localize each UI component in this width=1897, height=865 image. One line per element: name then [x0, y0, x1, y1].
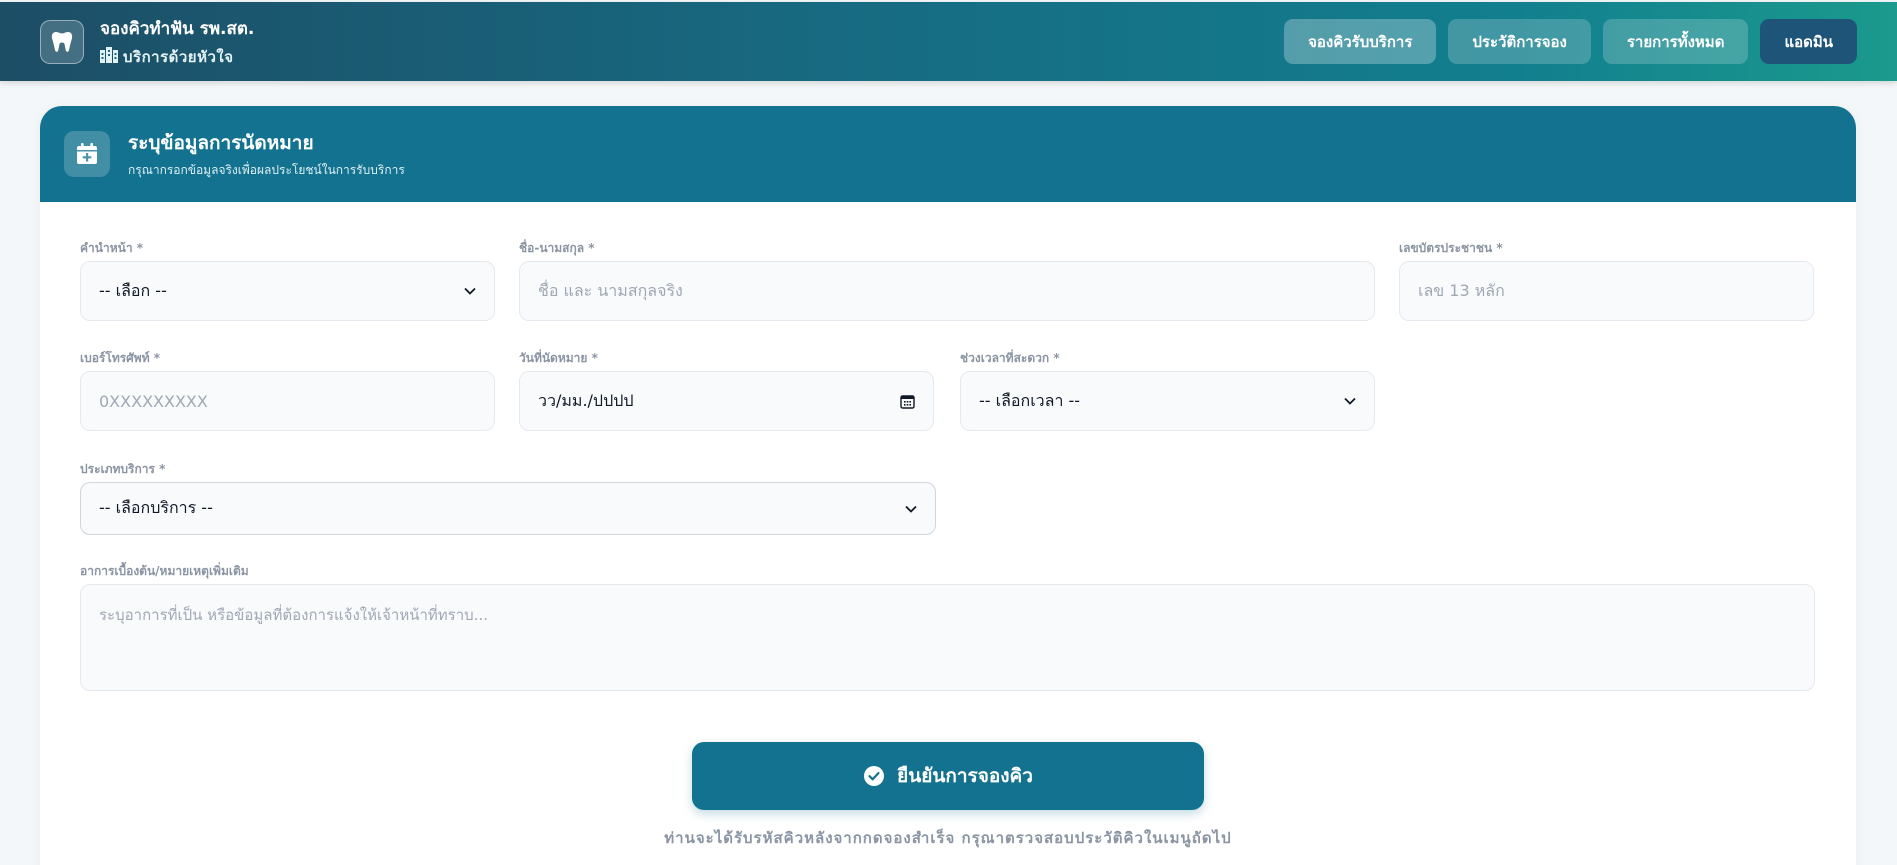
prefix-select-value: -- เลือก --	[99, 280, 167, 300]
notes-placeholder: ระบุอาการที่เป็น หรือข้อมูลที่ต้องการแจ้…	[99, 606, 488, 624]
brand[interactable]: จองคิวทำฟัน รพ.สต. บริการด้วยหัวใจ	[40, 15, 254, 69]
card-header: ระบุข้อมูลการนัดหมาย กรุณากรอกข้อมูลจริง…	[40, 106, 1856, 202]
date-value: วว/มม./ปปปป	[538, 390, 634, 410]
id-card-label: เลขบัตรประชาชน *	[1399, 241, 1503, 255]
service-field: ประเภทบริการ * -- เลือกบริการ --	[80, 460, 936, 535]
submit-label: ยืนยันการจองคิว	[897, 765, 1033, 787]
phone-label: เบอร์โทรศัพท์ *	[80, 351, 161, 365]
app-title: จองคิวทำฟัน รพ.สต.	[100, 18, 255, 39]
submit-booking-button[interactable]: ยืนยันการจองคิว	[692, 742, 1204, 810]
check-circle-icon	[864, 766, 885, 786]
chevron-down-icon	[464, 287, 476, 295]
id-card-placeholder: เลข 13 หลัก	[1418, 280, 1505, 300]
hospital-icon	[100, 46, 118, 67]
prefix-label: คำนำหน้า *	[80, 241, 144, 255]
id-card-field: เลขบัตรประชาชน * เลข 13 หลัก	[1399, 239, 1814, 321]
nav-book-button[interactable]: จองคิวรับบริการ	[1284, 19, 1437, 64]
service-label: ประเภทบริการ *	[80, 462, 166, 476]
app-subtitle: บริการด้วยหัวใจ	[123, 47, 234, 66]
booking-card: ระบุข้อมูลการนัดหมาย กรุณากรอกข้อมูลจริง…	[40, 106, 1856, 865]
phone-field: เบอร์โทรศัพท์ * 0XXXXXXXXX	[80, 349, 495, 431]
notes-textarea[interactable]: ระบุอาการที่เป็น หรือข้อมูลที่ต้องการแจ้…	[80, 584, 1815, 691]
date-field: วันที่นัดหมาย * วว/มม./ปปปป	[519, 349, 934, 431]
id-card-input[interactable]: เลข 13 หลัก	[1399, 261, 1814, 321]
time-label: ช่วงเวลาที่สะดวก *	[960, 351, 1060, 365]
prefix-field: คำนำหน้า * -- เลือก --	[80, 239, 495, 321]
name-input[interactable]: ชื่อ และ นามสกุลจริง	[519, 261, 1375, 321]
service-select-value: -- เลือกบริการ --	[99, 498, 213, 517]
main-nav: จองคิวรับบริการ ประวัติการจอง รายการทั้ง…	[1284, 19, 1857, 64]
form-subtitle: กรุณากรอกข้อมูลจริงเพื่อผลประโยชน์ในการร…	[128, 163, 405, 177]
prefix-select[interactable]: -- เลือก --	[80, 261, 495, 321]
calendar-plus-icon	[64, 131, 110, 177]
calendar-icon[interactable]	[900, 394, 915, 409]
notes-field: อาการเบื้องต้น/หมายเหตุเพิ่มเติม ระบุอาก…	[80, 562, 1815, 691]
time-select-value: -- เลือกเวลา --	[979, 390, 1081, 410]
nav-admin-button[interactable]: แอดมิน	[1760, 19, 1857, 64]
name-label: ชื่อ-นามสกุล *	[519, 241, 595, 255]
chevron-down-icon	[1344, 397, 1356, 405]
name-placeholder: ชื่อ และ นามสกุลจริง	[538, 280, 683, 300]
nav-history-button[interactable]: ประวัติการจอง	[1448, 19, 1591, 64]
date-input[interactable]: วว/มม./ปปปป	[519, 371, 934, 431]
notes-label: อาการเบื้องต้น/หมายเหตุเพิ่มเติม	[80, 564, 249, 578]
tooth-icon	[40, 19, 84, 64]
time-field: ช่วงเวลาที่สะดวก * -- เลือกเวลา --	[960, 349, 1375, 431]
phone-placeholder: 0XXXXXXXXX	[99, 391, 208, 411]
top-navbar: จองคิวทำฟัน รพ.สต. บริการด้วยหัวใจ จองคิ…	[0, 2, 1897, 81]
nav-all-button[interactable]: รายการทั้งหมด	[1602, 19, 1749, 64]
name-field: ชื่อ-นามสกุล * ชื่อ และ นามสกุลจริง	[519, 239, 1375, 321]
form-title: ระบุข้อมูลการนัดหมาย	[128, 132, 314, 154]
helper-note: ท่านจะได้รับรหัสคิวหลังจากกดจองสำเร็จ กร…	[664, 829, 1232, 847]
phone-input[interactable]: 0XXXXXXXXX	[80, 371, 495, 431]
date-label: วันที่นัดหมาย *	[519, 351, 598, 365]
chevron-down-icon	[905, 505, 917, 513]
time-select[interactable]: -- เลือกเวลา --	[960, 371, 1375, 431]
service-select[interactable]: -- เลือกบริการ --	[80, 482, 936, 535]
